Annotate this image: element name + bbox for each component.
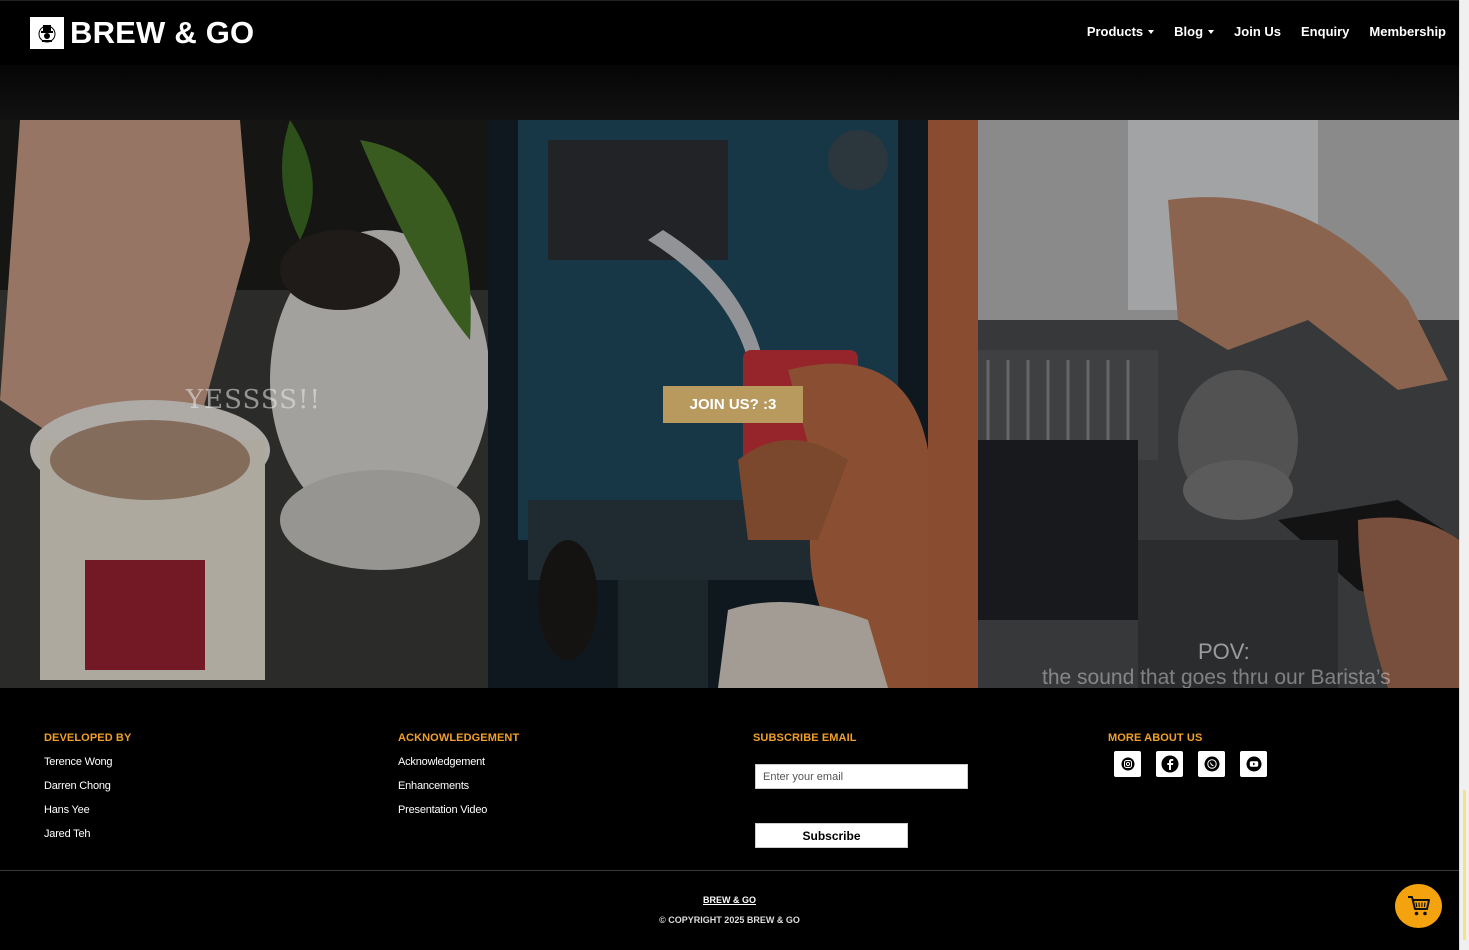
- gallery-panel-tamping: POV: the sound that goes thru our Barist…: [978, 120, 1459, 688]
- developer-name[interactable]: Jared Teh: [44, 828, 131, 840]
- caret-down-icon: [1148, 29, 1155, 34]
- more-about-heading: MORE ABOUT US: [1108, 732, 1203, 744]
- nav-blog[interactable]: Blog: [1174, 24, 1215, 39]
- nav-join-us[interactable]: Join Us: [1234, 24, 1281, 39]
- scrollbar-thumb[interactable]: [1463, 790, 1466, 940]
- nav-products[interactable]: Products: [1086, 24, 1155, 39]
- presentation-video-link[interactable]: Presentation Video: [398, 804, 519, 816]
- photo-gallery: YESSSS!! JOIN US? :3 POV: the sound that…: [0, 120, 1459, 688]
- pov-caption-text: the sound that goes thru our Barista’s: [1042, 666, 1391, 688]
- facebook-icon[interactable]: [1156, 751, 1183, 777]
- social-links: [1114, 751, 1267, 777]
- youtube-icon[interactable]: [1240, 751, 1267, 777]
- developer-name[interactable]: Terence Wong: [44, 756, 131, 768]
- dark-band: [0, 65, 1459, 120]
- acknowledgement-link[interactable]: Acknowledgement: [398, 756, 519, 768]
- developer-name[interactable]: Hans Yee: [44, 804, 131, 816]
- nav-membership-label: Membership: [1369, 24, 1446, 39]
- shopping-cart-icon: [1407, 896, 1430, 916]
- copyright-text: © COPYRIGHT 2025 BREW & GO: [659, 915, 800, 925]
- cart-button[interactable]: [1395, 884, 1442, 928]
- footer-brand-link[interactable]: BREW & GO: [0, 895, 1459, 905]
- join-us-button[interactable]: JOIN US? :3: [663, 386, 803, 423]
- subscribe-button[interactable]: Subscribe: [755, 823, 908, 848]
- brand-logo-icon[interactable]: [30, 17, 64, 49]
- acknowledgement-heading: ACKNOWLEDGEMENT: [398, 732, 520, 744]
- main-nav: Products Blog Join Us Enquiry Membership: [1087, 24, 1446, 39]
- footer-developed-by: DEVELOPED BY Terence Wong Darren Chong H…: [44, 732, 131, 852]
- nav-enquiry[interactable]: Enquiry: [1301, 24, 1349, 39]
- developed-by-heading: DEVELOPED BY: [44, 732, 132, 744]
- email-input[interactable]: [755, 764, 968, 789]
- latte-caption: YESSSS!!: [186, 385, 321, 415]
- footer-subscribe: SUBSCRIBE EMAIL Subscribe: [753, 732, 983, 862]
- instagram-icon[interactable]: [1114, 751, 1141, 777]
- whatsapp-icon[interactable]: [1198, 751, 1225, 777]
- nav-products-label: Products: [1086, 24, 1144, 39]
- developer-name[interactable]: Darren Chong: [44, 780, 131, 792]
- site-footer: DEVELOPED BY Terence Wong Darren Chong H…: [0, 688, 1459, 870]
- subscribe-heading: SUBSCRIBE EMAIL: [753, 732, 857, 744]
- gallery-panel-barista: JOIN US? :3: [488, 120, 978, 688]
- top-navbar: BREW & GO Products Blog Join Us Enquiry …: [0, 0, 1459, 65]
- nav-enquiry-label: Enquiry: [1301, 24, 1350, 39]
- nav-blog-label: Blog: [1174, 24, 1204, 39]
- nav-join-us-label: Join Us: [1234, 24, 1282, 39]
- gallery-panel-latte: YESSSS!!: [0, 120, 488, 688]
- enhancements-link[interactable]: Enhancements: [398, 780, 519, 792]
- footer-more-about: MORE ABOUT US: [1108, 732, 1308, 792]
- brand-name[interactable]: BREW & GO: [70, 15, 254, 51]
- footer-bottom: BREW & GO © COPYRIGHT 2025 BREW & GO: [0, 871, 1459, 950]
- nav-membership[interactable]: Membership: [1369, 24, 1446, 39]
- caret-down-icon: [1208, 29, 1215, 34]
- pov-caption-title: POV:: [1198, 639, 1250, 664]
- footer-acknowledgement: ACKNOWLEDGEMENT Acknowledgement Enhancem…: [398, 732, 519, 828]
- panel-overlay: [978, 120, 1459, 688]
